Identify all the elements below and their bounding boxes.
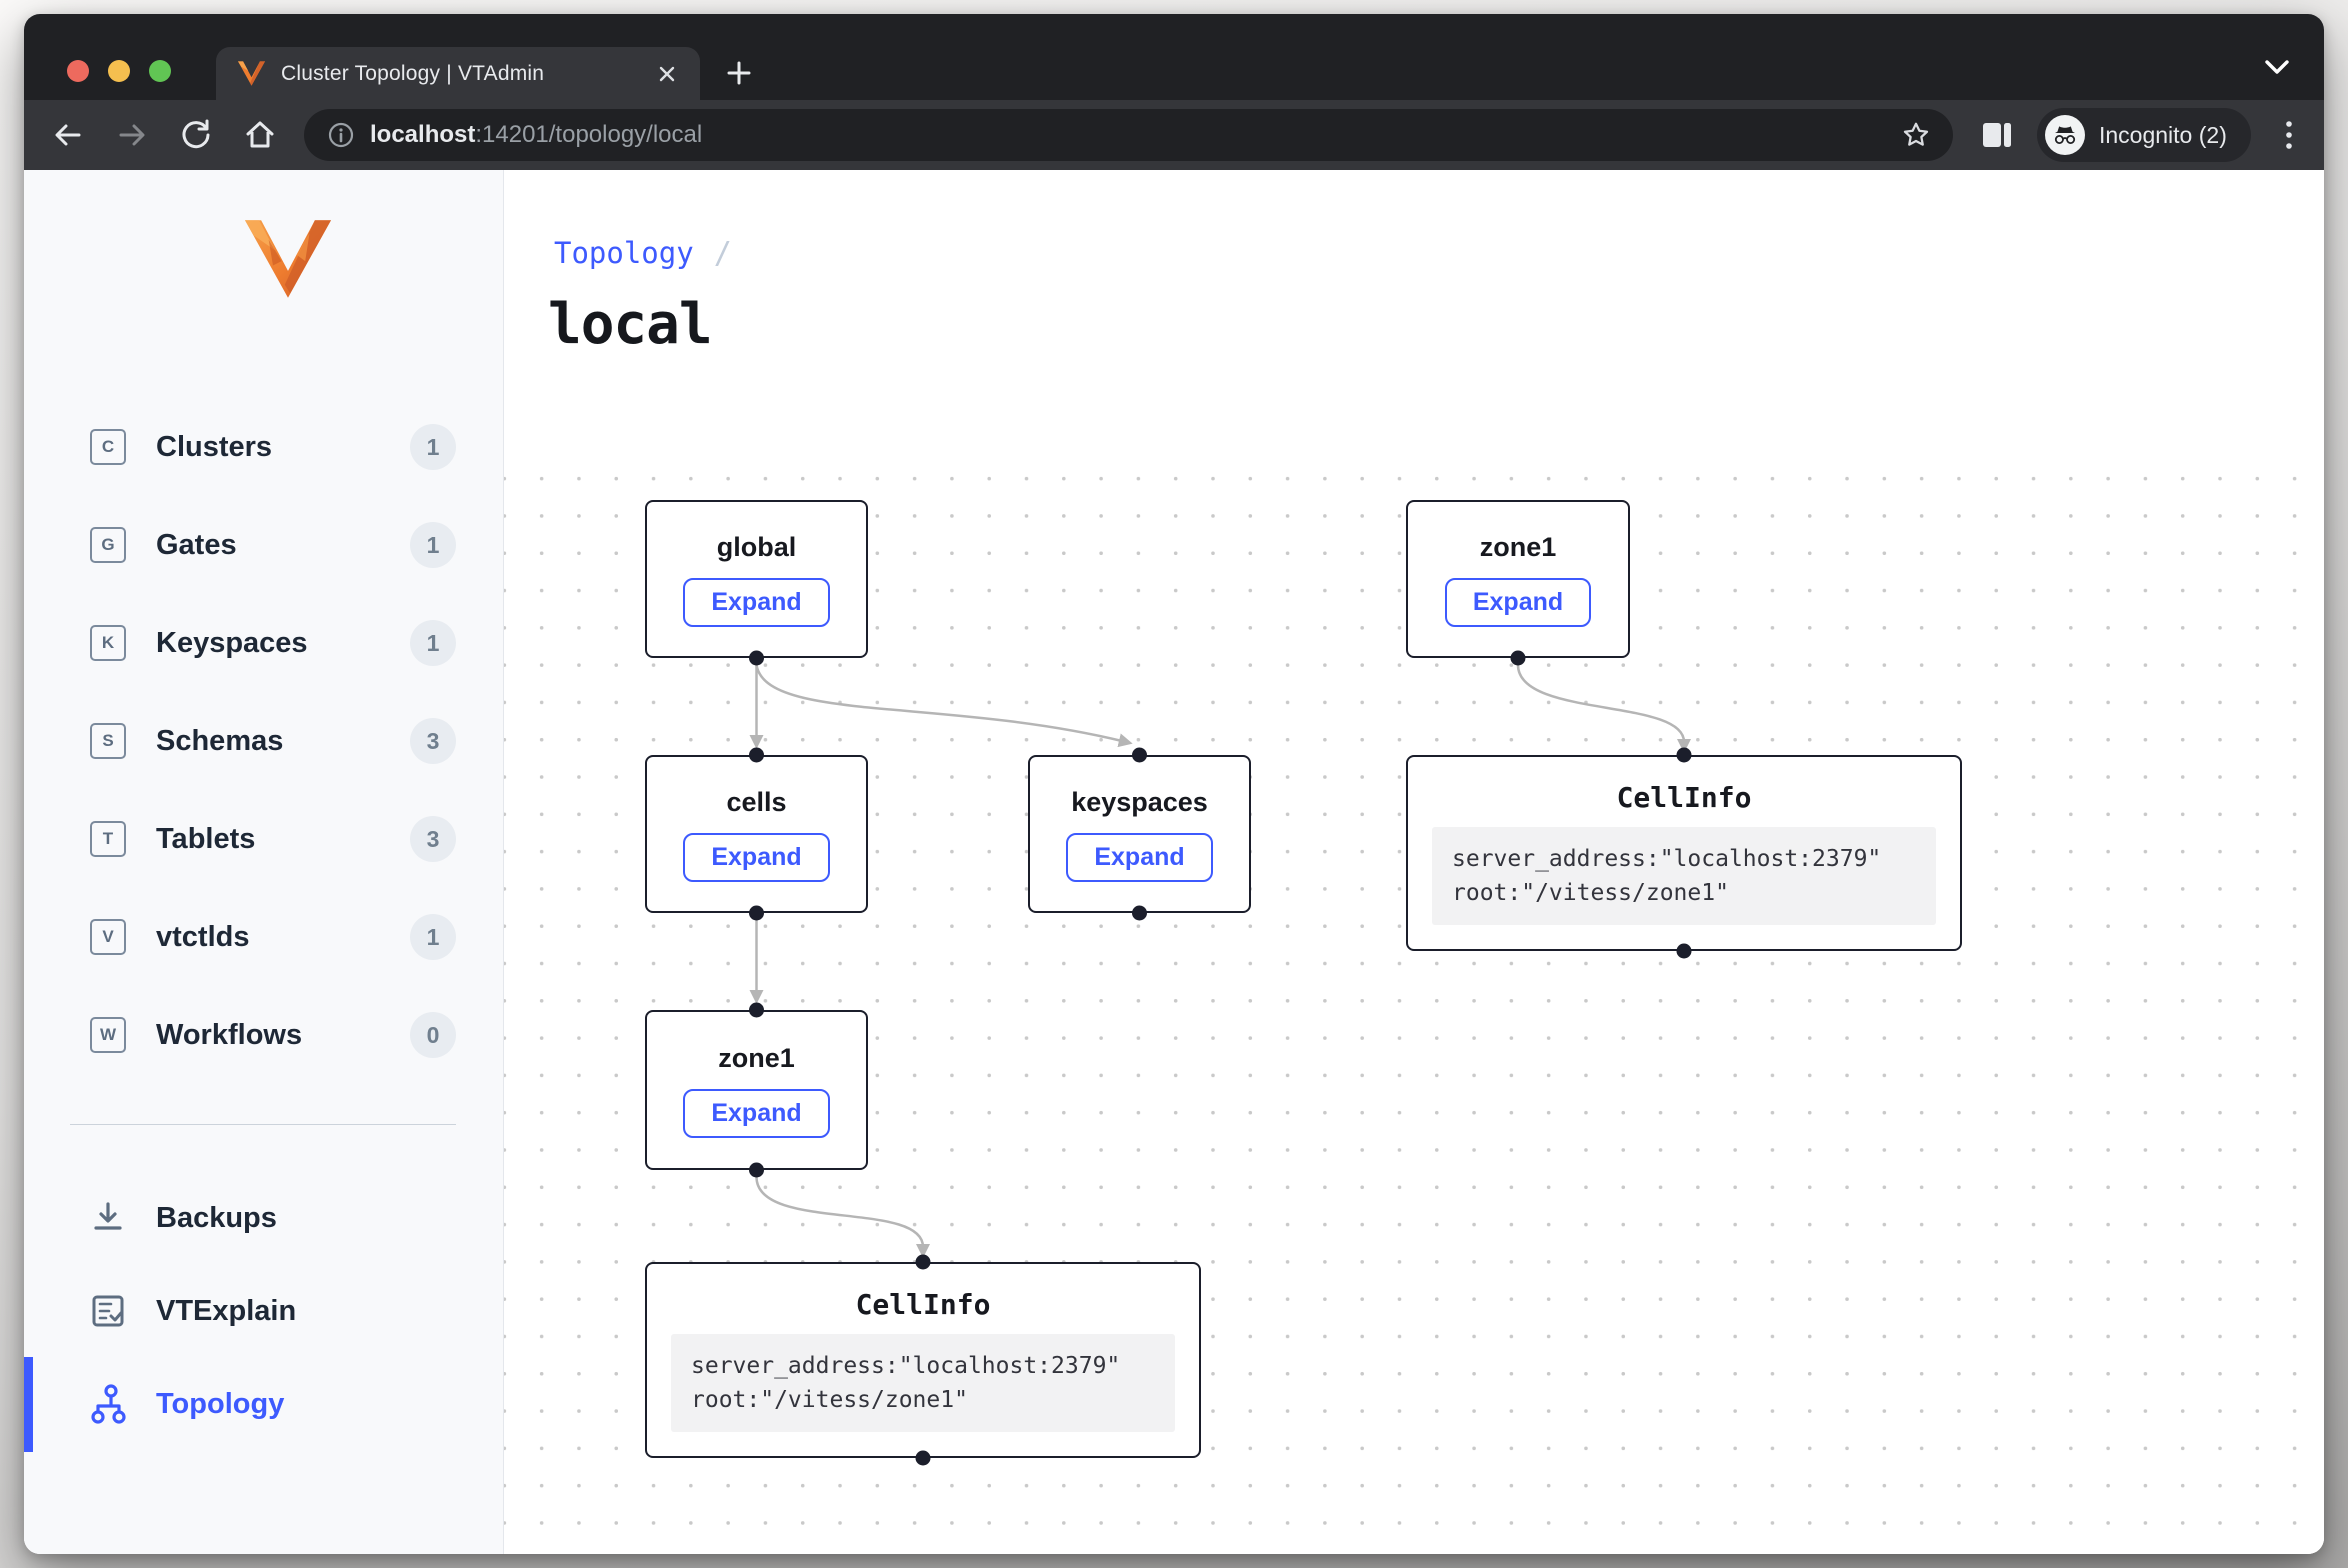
topology-node-cellinfo-right: CellInfo server_address:"localhost:2379"… <box>1406 755 1962 951</box>
workflows-icon: W <box>90 1017 126 1053</box>
topology-graph-icon <box>88 1384 128 1424</box>
vitess-logo <box>245 220 331 298</box>
topology-node-zone1-right: zone1 Expand <box>1406 500 1630 658</box>
primary-nav: C Clusters 1 G Gates 1 K Keyspaces 1 <box>24 414 503 1100</box>
tab-title: Cluster Topology | VTAdmin <box>281 62 652 86</box>
topology-node-global: global Expand <box>645 500 868 658</box>
breadcrumb-topology-link[interactable]: Topology <box>554 236 694 270</box>
gates-count-badge: 1 <box>410 522 456 568</box>
vtctlds-icon: V <box>90 919 126 955</box>
backups-download-icon <box>88 1200 128 1236</box>
secondary-nav: Backups VTExplain <box>24 1185 503 1464</box>
topology-page: Topology / local global Expand zone1 Exp… <box>504 170 2324 1554</box>
browser-tab[interactable]: Cluster Topology | VTAdmin <box>216 47 700 100</box>
incognito-icon <box>2045 115 2085 155</box>
minimize-window-button[interactable] <box>108 60 130 82</box>
browser-window: Cluster Topology | VTAdmin <box>24 14 2324 1554</box>
topology-node-cellinfo-bottom: CellInfo server_address:"localhost:2379"… <box>645 1262 1201 1458</box>
desktop-background: Cluster Topology | VTAdmin <box>0 0 2348 1568</box>
sidebar: C Clusters 1 G Gates 1 K Keyspaces 1 <box>24 170 504 1554</box>
cellinfo-code-block: server_address:"localhost:2379" root:"/v… <box>1432 827 1936 925</box>
topology-node-keyspaces: keyspaces Expand <box>1028 755 1251 913</box>
sidebar-item-topology[interactable]: Topology <box>24 1371 503 1437</box>
edge-zone1-cellinfo-bottom <box>757 1177 924 1247</box>
tab-search-chevron-icon[interactable] <box>2262 58 2292 83</box>
expand-button-global[interactable]: Expand <box>683 578 829 627</box>
browser-toolbar: localhost:14201/topology/local <box>24 100 2324 170</box>
topology-canvas[interactable]: global Expand zone1 Expand cells Expand … <box>504 460 2324 1554</box>
schemas-count-badge: 3 <box>410 718 456 764</box>
sidebar-divider <box>70 1124 456 1125</box>
reload-button[interactable] <box>174 113 218 157</box>
sidebar-item-gates[interactable]: G Gates 1 <box>24 512 503 578</box>
incognito-profile-chip[interactable]: Incognito (2) <box>2037 108 2251 162</box>
back-button[interactable] <box>46 113 90 157</box>
maximize-window-button[interactable] <box>149 60 171 82</box>
sidebar-item-clusters[interactable]: C Clusters 1 <box>24 414 503 480</box>
tab-strip: Cluster Topology | VTAdmin <box>24 14 2324 100</box>
url-path: :14201/topology/local <box>475 121 702 148</box>
active-nav-indicator <box>24 1357 33 1452</box>
cellinfo-code-block: server_address:"localhost:2379" root:"/v… <box>671 1334 1175 1432</box>
home-button[interactable] <box>238 113 282 157</box>
vtadmin-app: C Clusters 1 G Gates 1 K Keyspaces 1 <box>24 170 2324 1554</box>
keyspaces-count-badge: 1 <box>410 620 456 666</box>
topology-node-zone1-left: zone1 Expand <box>645 1010 868 1170</box>
vtctlds-count-badge: 1 <box>410 914 456 960</box>
expand-button-zone1-right[interactable]: Expand <box>1445 578 1591 627</box>
sidebar-item-schemas[interactable]: S Schemas 3 <box>24 708 503 774</box>
expand-button-cells[interactable]: Expand <box>683 833 829 882</box>
url-text[interactable]: localhost:14201/topology/local <box>370 121 1901 149</box>
sidebar-item-vtexplain[interactable]: VTExplain <box>24 1278 503 1344</box>
incognito-label: Incognito (2) <box>2099 122 2227 149</box>
sidebar-item-vtctlds[interactable]: V vtctlds 1 <box>24 904 503 970</box>
sidebar-item-workflows[interactable]: W Workflows 0 <box>24 1002 503 1068</box>
close-window-button[interactable] <box>67 60 89 82</box>
topology-node-cells: cells Expand <box>645 755 868 913</box>
sidebar-item-tablets[interactable]: T Tablets 3 <box>24 806 503 872</box>
sidebar-item-keyspaces[interactable]: K Keyspaces 1 <box>24 610 503 676</box>
browser-menu-icon[interactable] <box>2267 113 2311 157</box>
vitess-favicon-icon <box>238 61 265 86</box>
breadcrumb-separator: / <box>714 236 732 271</box>
window-controls <box>67 60 171 82</box>
site-info-icon[interactable] <box>328 122 354 148</box>
tablets-count-badge: 3 <box>410 816 456 862</box>
bookmark-star-icon[interactable] <box>1901 120 1931 150</box>
gates-icon: G <box>90 527 126 563</box>
breadcrumb: Topology / <box>554 236 732 271</box>
new-tab-button[interactable] <box>722 56 756 90</box>
vtexplain-document-icon <box>88 1292 128 1330</box>
url-host: localhost <box>370 121 475 148</box>
expand-button-keyspaces[interactable]: Expand <box>1066 833 1212 882</box>
clusters-count-badge: 1 <box>410 424 456 470</box>
clusters-icon: C <box>90 429 126 465</box>
page-title: local <box>548 292 712 357</box>
expand-button-zone1-left[interactable]: Expand <box>683 1089 829 1138</box>
tab-close-icon[interactable] <box>652 59 682 89</box>
sidebar-item-backups[interactable]: Backups <box>24 1185 503 1251</box>
workflows-count-badge: 0 <box>410 1012 456 1058</box>
tablets-icon: T <box>90 821 126 857</box>
edge-global-keyspaces <box>757 665 1123 741</box>
forward-button[interactable] <box>110 113 154 157</box>
side-panel-icon[interactable] <box>1975 113 2019 157</box>
schemas-icon: S <box>90 723 126 759</box>
keyspaces-icon: K <box>90 625 126 661</box>
address-bar[interactable]: localhost:14201/topology/local <box>304 109 1953 161</box>
edge-zone1-cellinfo-right <box>1518 665 1684 742</box>
